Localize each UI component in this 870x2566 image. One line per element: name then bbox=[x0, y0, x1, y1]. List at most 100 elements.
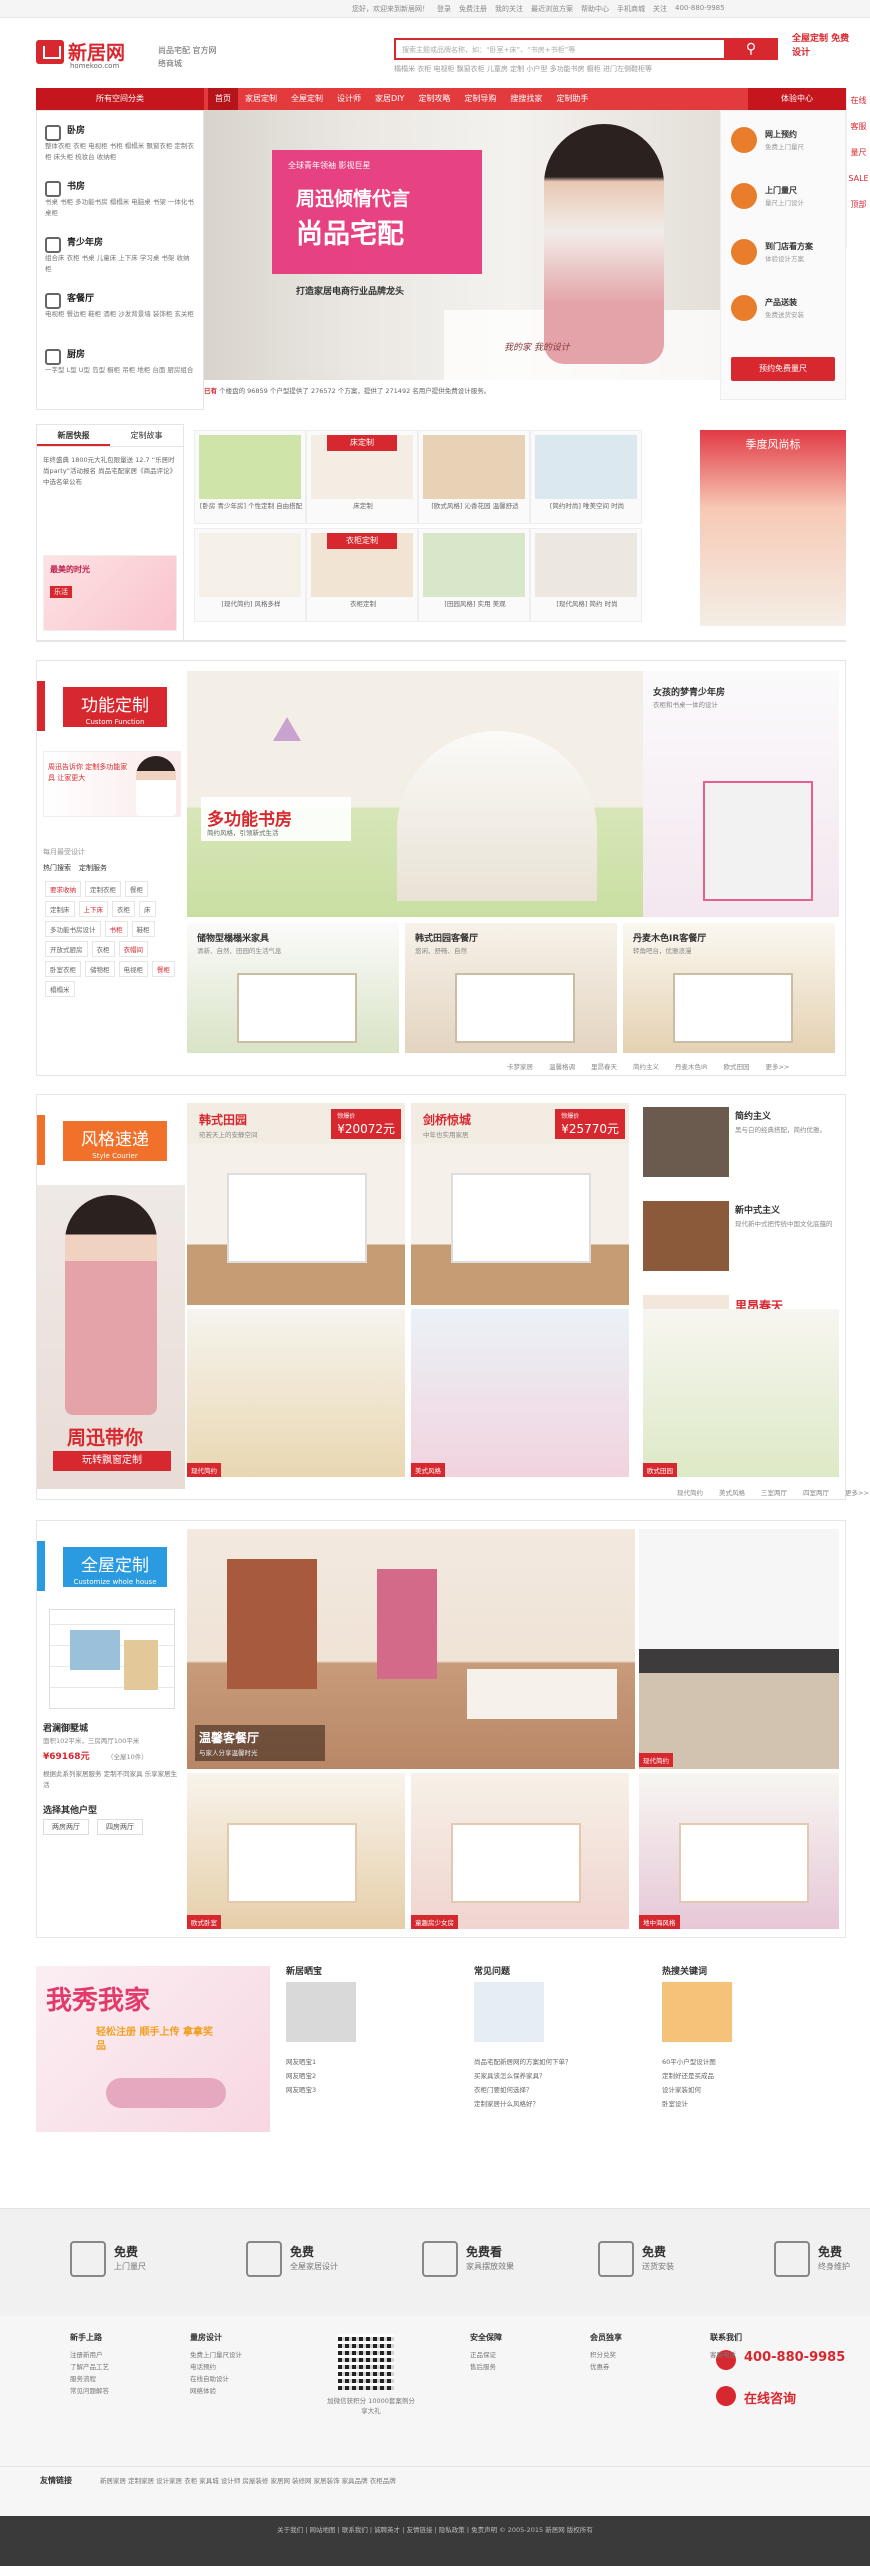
sec3-main-image[interactable]: 温馨客餐厅 与家人分享温馨时光 bbox=[187, 1529, 635, 1769]
tab-story[interactable]: 定制故事 bbox=[110, 425, 183, 446]
tag-item[interactable]: 衣柜 bbox=[112, 901, 135, 917]
floating-tool-item[interactable]: 在线 bbox=[847, 88, 870, 114]
sidebar-category[interactable]: 书房书桌 书柜 多功能书房 榻榻米 电脑桌 书架 一体化书桌柜 bbox=[37, 177, 203, 223]
bottom-tab[interactable]: 更多>> bbox=[845, 1487, 869, 1497]
sidebar-category[interactable]: 客餐厅电视柜 餐边柜 鞋柜 酒柜 沙发背景墙 装饰柜 玄关柜 bbox=[37, 289, 203, 335]
column-link[interactable]: 网友晒宝3 bbox=[286, 2084, 316, 2094]
feature-item[interactable]: 免费看 家具摆放效果 bbox=[422, 2239, 572, 2285]
floating-tool-item[interactable]: 顶部 bbox=[847, 192, 870, 218]
sec3-row-card[interactable]: 地中海风格 bbox=[639, 1773, 839, 1929]
feature-item[interactable]: 免费 上门量尺 bbox=[70, 2239, 220, 2285]
bottom-tab[interactable]: 美式风格 bbox=[719, 1487, 745, 1497]
category-title[interactable]: 客餐厅 bbox=[67, 291, 94, 304]
nav-item[interactable]: 全屋定制 bbox=[284, 88, 330, 110]
category-links[interactable]: 电视柜 餐边柜 鞋柜 酒柜 沙发背景墙 装饰柜 玄关柜 bbox=[45, 309, 195, 320]
my-follow-link[interactable]: 我的关注 bbox=[495, 4, 523, 14]
help-link[interactable]: 帮助中心 bbox=[581, 4, 609, 14]
bottom-tab[interactable]: 温馨格调 bbox=[549, 1061, 575, 1071]
footer-link[interactable]: 售后服务 bbox=[470, 2361, 580, 2373]
logo-text[interactable]: 新居网 bbox=[68, 38, 125, 65]
mobile-link[interactable]: 手机商城 bbox=[617, 4, 645, 14]
sec2-row2-card[interactable]: 现代简约 bbox=[187, 1309, 405, 1477]
nav-item[interactable]: 搜搜找家 bbox=[503, 88, 549, 110]
category-links[interactable]: 整体衣柜 衣柜 电视柜 书柜 榻榻米 飘窗衣柜 定制衣柜 床头柜 梳妆台 收纳柜 bbox=[45, 141, 195, 163]
tag-item[interactable]: 餐柜 bbox=[152, 961, 175, 977]
sidebar-category[interactable]: 厨房 一字型 L型 U型 岛型 橱柜 吊柜 地柜 台面 厨房组合 bbox=[37, 345, 203, 391]
footer-link[interactable]: 服务流程 bbox=[70, 2373, 180, 2385]
column-link[interactable]: 定制好还是买成品 bbox=[662, 2070, 714, 2080]
column-link[interactable]: 定制家居什么风格好？ bbox=[474, 2098, 539, 2108]
sec2-card[interactable]: 剑桥惊城 中年也实用家居 惊爆价 ¥25770元 bbox=[411, 1103, 629, 1305]
hot-tab-search[interactable]: 热门搜索 bbox=[43, 863, 71, 873]
nav-item[interactable]: 定制导购 bbox=[457, 88, 503, 110]
online-consult[interactable]: 在线咨询 bbox=[744, 2388, 796, 2407]
hot-keywords[interactable]: 榻榻米 衣柜 电视柜 飘窗衣柜 儿童房 定制 小户型 多功能书房 橱柜 进门左侧… bbox=[394, 64, 652, 74]
nav-item[interactable]: 设计师 bbox=[330, 88, 368, 110]
book-measure-button[interactable]: 预约免费量尺 bbox=[731, 357, 835, 381]
nav-item[interactable]: 首页 bbox=[208, 88, 238, 110]
floating-tool-item[interactable]: 客服 bbox=[847, 114, 870, 140]
footer-link[interactable]: 网络体验 bbox=[190, 2385, 300, 2397]
tag-item[interactable]: 多功能书房设计 bbox=[45, 921, 101, 937]
register-link[interactable]: 免费注册 bbox=[459, 4, 487, 14]
gallery-card[interactable]: [现代风格] 简约 时尚 bbox=[530, 528, 642, 622]
tag-item[interactable]: 卧室衣柜 bbox=[45, 961, 81, 977]
column-link[interactable]: 尚品宅配新居网的方案如何下单？ bbox=[474, 2056, 572, 2066]
sec1-card[interactable]: 储物型榻榻米家具 清新、自然、田园的生活气息 bbox=[187, 923, 399, 1053]
gallery-card[interactable]: 床定制 床定制 bbox=[306, 430, 418, 524]
nav-item[interactable]: 定制攻略 bbox=[411, 88, 457, 110]
tag-item[interactable]: 衣柜 bbox=[91, 941, 115, 957]
service-item[interactable]: 网上预约 免费上门量尺 bbox=[727, 121, 839, 161]
feature-item[interactable]: 免费 送货安装 bbox=[598, 2239, 748, 2285]
footer-link[interactable]: 积分兑奖 bbox=[590, 2349, 700, 2361]
column-thumb[interactable] bbox=[286, 1982, 356, 2042]
category-links[interactable]: 书桌 书柜 多功能书房 榻榻米 电脑桌 书架 一体化书桌柜 bbox=[45, 197, 195, 219]
sec3-row-card[interactable]: 欧式卧室 bbox=[187, 1773, 405, 1929]
column-link[interactable]: 衣柜门要如何选择？ bbox=[474, 2084, 533, 2094]
gallery-card[interactable]: [简约时尚] 唯美空间 时尚 bbox=[530, 430, 642, 524]
footer-link[interactable]: 电话预约 bbox=[190, 2361, 300, 2373]
right-ad[interactable]: 全屋定制 免费设计 bbox=[792, 32, 852, 62]
column-thumb[interactable] bbox=[662, 1982, 732, 2042]
friend-list[interactable]: 新居家居 定制家居 设计家居 衣柜 家具城 设计师 房屋装修 家居网 装修网 家… bbox=[100, 2475, 820, 2487]
sidebar-category[interactable]: 青少年房 组合床 衣柜 书桌 儿童床 上下床 学习桌 书架 收纳柜 bbox=[37, 233, 203, 279]
feature-item[interactable]: 免费 全屋家居设计 bbox=[246, 2239, 396, 2285]
tag-item[interactable]: 定制衣柜 bbox=[85, 881, 121, 897]
tag-item[interactable]: 开放式厨房 bbox=[45, 941, 88, 957]
column-link[interactable]: 60平小户型设计图 bbox=[662, 2056, 716, 2066]
sec1-promo[interactable]: 周迅告诉你 定制多功能家具 让家更大 bbox=[43, 751, 181, 817]
search-input[interactable]: 搜索主题或品牌名称，如：“卧室+床”、“书房+书柜”等 bbox=[402, 45, 575, 55]
floor-plan-image[interactable] bbox=[49, 1609, 175, 1709]
sec2-side-item[interactable]: 简约主义 黑与白的经典搭配，简约优雅。 bbox=[643, 1103, 839, 1191]
category-title[interactable]: 书房 bbox=[67, 179, 85, 192]
bottom-tab[interactable]: 三室两厅 bbox=[761, 1487, 787, 1497]
bottom-tab[interactable]: 欧式田园 bbox=[723, 1061, 749, 1071]
bottom-tab[interactable]: 里昂春天 bbox=[591, 1061, 617, 1071]
tag-item[interactable]: 餐柜 bbox=[125, 881, 148, 897]
select-opt-2[interactable]: 四房两厅 bbox=[97, 1819, 143, 1835]
column-link[interactable]: 网友晒宝1 bbox=[286, 2056, 316, 2066]
bottom-tab[interactable]: 现代简约 bbox=[677, 1487, 703, 1497]
column-link[interactable]: 设计家装如何 bbox=[662, 2084, 701, 2094]
bottom-tab[interactable]: 简约主义 bbox=[633, 1061, 659, 1071]
gallery-card[interactable]: [欧式风格] 沁香花园 温馨舒适 bbox=[418, 430, 530, 524]
tag-item[interactable]: 电视柜 bbox=[118, 961, 148, 977]
nav-item[interactable]: 家居定制 bbox=[238, 88, 284, 110]
service-item[interactable]: 产品送装 免费送货安装 bbox=[727, 289, 839, 329]
news-text[interactable]: 年终盛典 1800元大礼包限量送 12.7 “乐居时尚party”活动报名 尚品… bbox=[37, 447, 183, 496]
login-link[interactable]: 登录 bbox=[437, 4, 451, 14]
sec2-card[interactable]: 韩式田园 宛若天上的安静空间 惊爆价 ¥20072元 bbox=[187, 1103, 405, 1305]
column-thumb[interactable] bbox=[474, 1982, 544, 2042]
tag-item[interactable]: 鞋柜 bbox=[131, 921, 155, 937]
tag-item[interactable]: 定制床 bbox=[45, 901, 75, 917]
sec1-card[interactable]: 丹麦木色IR客餐厅 转角吧台，优雅浪漫 bbox=[623, 923, 835, 1053]
chat-icon[interactable] bbox=[716, 2386, 736, 2406]
floating-tool-item[interactable]: 量尺 bbox=[847, 140, 870, 166]
bottom-tab[interactable]: 四室两厅 bbox=[803, 1487, 829, 1497]
footer-link[interactable]: 常见问题解答 bbox=[70, 2385, 180, 2397]
category-title[interactable]: 青少年房 bbox=[67, 235, 103, 248]
gallery-card[interactable]: [现代简约] 风格多样 bbox=[194, 528, 306, 622]
tag-item[interactable]: 榻榻米 bbox=[45, 981, 75, 997]
tag-item[interactable]: 书柜 bbox=[104, 921, 128, 937]
category-links[interactable]: 一字型 L型 U型 岛型 橱柜 吊柜 地柜 台面 厨房组合 bbox=[45, 365, 195, 376]
